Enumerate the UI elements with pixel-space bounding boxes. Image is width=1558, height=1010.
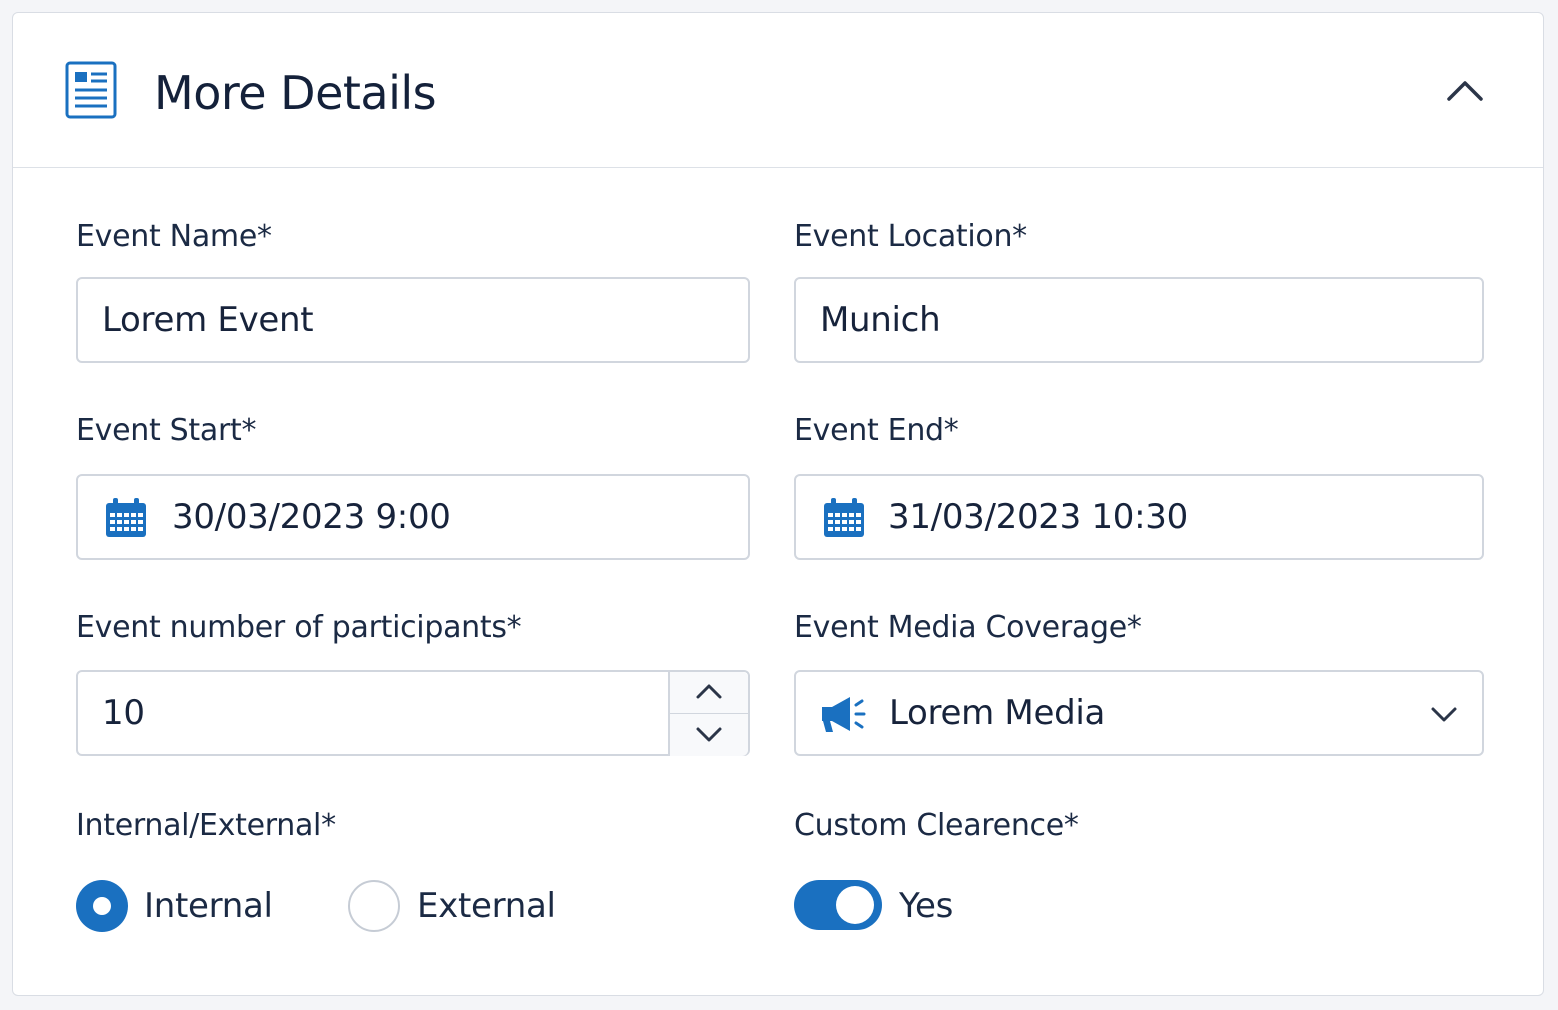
event-name-value[interactable]: Lorem Event [102,279,314,361]
chevron-down-icon [696,727,722,742]
media-coverage-value: Lorem Media [889,693,1106,733]
internal-external-label: Internal/External* [76,808,336,843]
event-end-value[interactable]: 31/03/2023 10:30 [888,476,1188,558]
stepper-decrement-button[interactable] [670,714,748,755]
media-coverage-select[interactable]: Lorem Media [794,670,1484,756]
chevron-up-icon [696,684,722,699]
participants-stepper[interactable]: 10 [76,670,750,756]
radio-external[interactable] [348,880,400,932]
chevron-up-icon[interactable] [1441,71,1489,111]
document-list-icon [65,61,117,119]
event-end-label: Event End* [794,413,959,448]
radio-internal-label[interactable]: Internal [144,880,273,932]
custom-clearence-label: Custom Clearence* [794,808,1079,843]
megaphone-icon [822,697,866,732]
event-start-label: Event Start* [76,413,257,448]
event-start-field[interactable]: 30/03/2023 9:00 [76,474,750,560]
media-coverage-label: Event Media Coverage* [794,610,1142,645]
calendar-icon[interactable] [104,497,148,539]
stepper-controls [668,672,748,756]
participants-label: Event number of participants* [76,610,522,645]
event-location-label: Event Location* [794,219,1027,254]
event-name-field[interactable]: Lorem Event [76,277,750,363]
toggle-label: Yes [899,886,953,926]
card-title: More Details [154,66,437,120]
event-start-value[interactable]: 30/03/2023 9:00 [172,476,451,558]
toggle-knob [836,886,874,924]
event-location-field[interactable]: Munich [794,277,1484,363]
radio-internal[interactable] [76,880,128,932]
calendar-icon[interactable] [822,497,866,539]
custom-clearence-toggle[interactable] [794,880,882,930]
stepper-increment-button[interactable] [670,672,748,714]
event-end-field[interactable]: 31/03/2023 10:30 [794,474,1484,560]
radio-external-label[interactable]: External [417,880,556,932]
card-header[interactable]: More Details [13,13,1543,168]
participants-value[interactable]: 10 [102,672,145,754]
more-details-card: More Details Event Name* Lorem Event Eve… [12,12,1544,996]
event-name-label: Event Name* [76,219,272,254]
chevron-down-icon[interactable] [1430,705,1458,723]
event-location-value[interactable]: Munich [820,279,941,361]
